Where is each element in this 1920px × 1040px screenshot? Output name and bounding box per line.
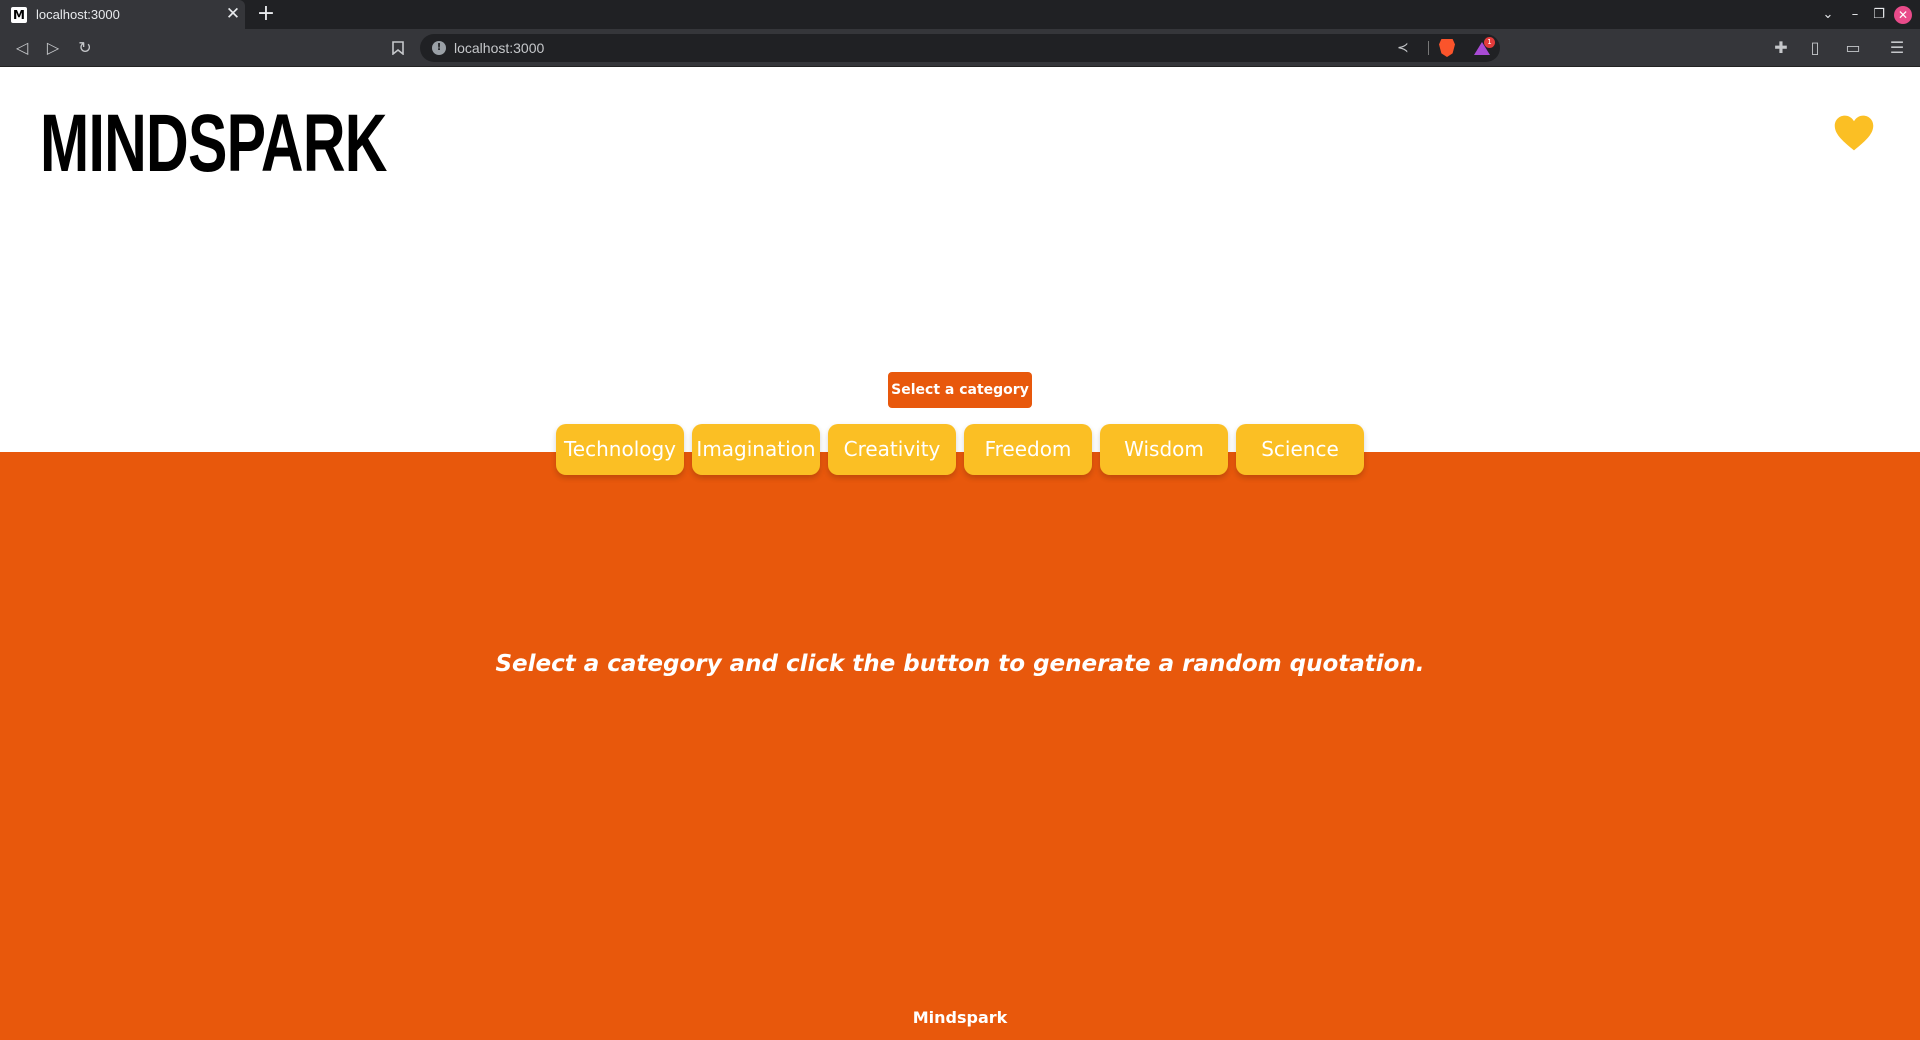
forward-icon[interactable]: ▷	[40, 29, 66, 67]
menu-icon[interactable]: ☰	[1884, 29, 1910, 67]
sidebar-icon[interactable]: ▯	[1802, 29, 1828, 67]
bookmark-icon[interactable]	[385, 29, 411, 67]
category-science-button[interactable]: Science	[1236, 424, 1364, 475]
site-info-icon[interactable]: !	[432, 41, 446, 55]
close-window-button[interactable]: ✕	[1894, 6, 1912, 24]
wallet-icon[interactable]: ▭	[1840, 29, 1866, 67]
heart-icon[interactable]	[1832, 111, 1876, 155]
reload-icon[interactable]: ↻	[72, 29, 98, 67]
page-content: MINDSPARK Select a category Technology I…	[0, 67, 1920, 1040]
restore-button[interactable]: ❐	[1869, 0, 1889, 29]
address-bar[interactable]: ! localhost:3000 ≺ 1	[420, 34, 1500, 62]
extensions-icon[interactable]: ✚	[1768, 29, 1794, 67]
quote-prompt: Select a category and click the button t…	[495, 651, 1425, 677]
url-divider	[1428, 41, 1429, 55]
category-creativity-button[interactable]: Creativity	[828, 424, 956, 475]
category-freedom-button[interactable]: Freedom	[964, 424, 1092, 475]
generate-quote-button[interactable]: Select a category	[888, 372, 1032, 408]
tab-title: localhost:3000	[36, 7, 120, 22]
url-text[interactable]: localhost:3000	[454, 34, 544, 62]
minimize-button[interactable]: –	[1845, 0, 1865, 29]
rewards-badge: 1	[1484, 37, 1495, 48]
tab-search-icon[interactable]: ⌄	[1818, 0, 1838, 29]
browser-tab[interactable]: M localhost:3000 ✕	[0, 0, 245, 29]
footer-text: Mindspark	[912, 1008, 1008, 1027]
category-wisdom-button[interactable]: Wisdom	[1100, 424, 1228, 475]
tab-close-icon[interactable]: ✕	[221, 0, 245, 29]
category-imagination-button[interactable]: Imagination	[692, 424, 820, 475]
browser-toolbar: ◁ ▷ ↻ ! localhost:3000 ≺ 1 ✚ ▯ ▭ ☰	[0, 29, 1920, 67]
site-favicon: M	[11, 6, 27, 23]
new-tab-button[interactable]: +	[255, 0, 277, 29]
brave-shields-icon[interactable]	[1439, 39, 1455, 57]
browser-tab-strip: M localhost:3000 ✕ + ⌄ – ❐ ✕	[0, 0, 1920, 29]
back-icon[interactable]: ◁	[9, 29, 35, 67]
category-list: Technology Imagination Creativity Freedo…	[556, 424, 1364, 475]
quote-panel	[0, 452, 1920, 1040]
category-technology-button[interactable]: Technology	[556, 424, 684, 475]
site-logo[interactable]: MINDSPARK	[40, 103, 387, 185]
share-icon[interactable]: ≺	[1397, 34, 1409, 62]
